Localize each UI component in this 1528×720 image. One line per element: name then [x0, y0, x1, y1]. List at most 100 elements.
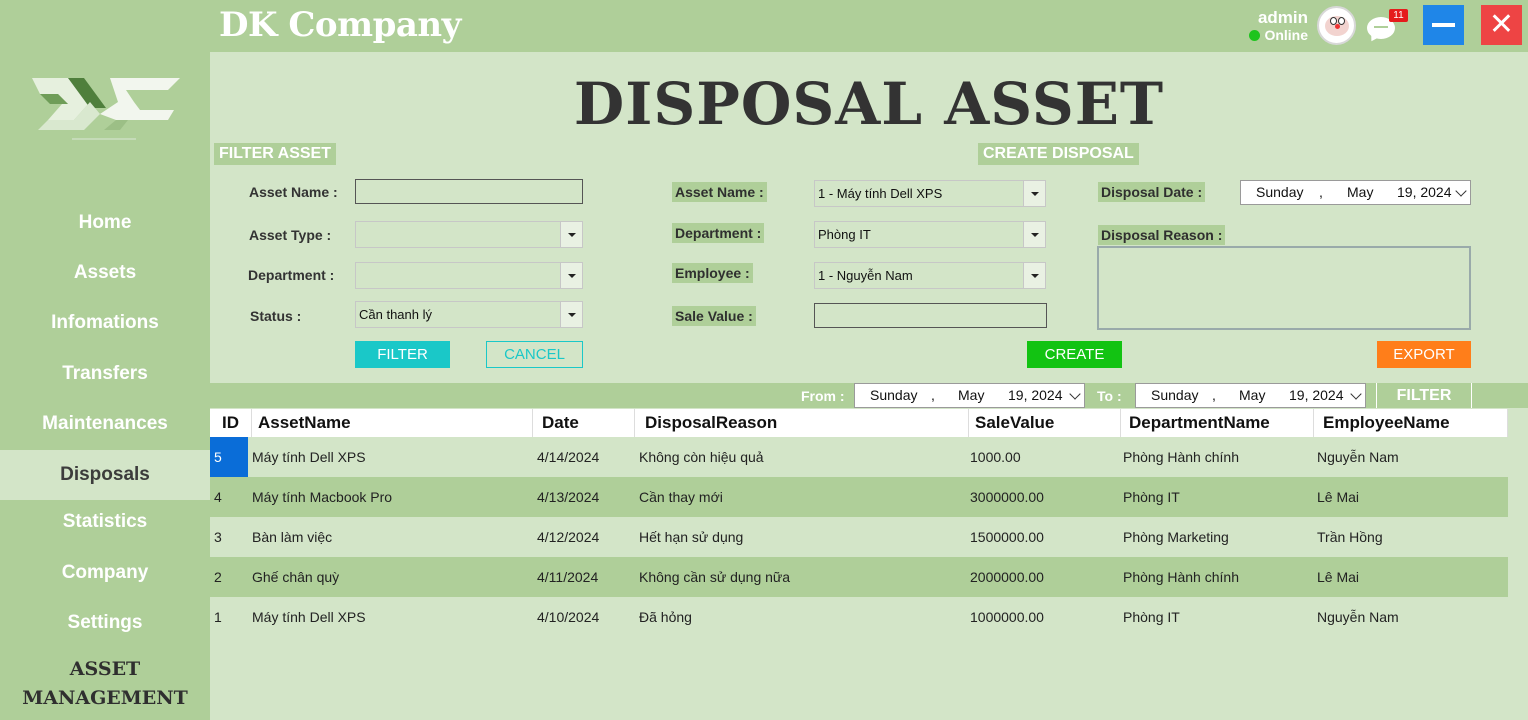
table-row[interactable]: 2 Ghế chân quỳ 4/11/2024 Không cần sử dụ…	[210, 557, 1508, 597]
date-filter-button[interactable]: FILTER	[1376, 383, 1472, 408]
table-row[interactable]: 1 Máy tính Dell XPS 4/10/2024 Đã hỏng 10…	[210, 597, 1508, 637]
table-row[interactable]: 5 Máy tính Dell XPS 4/14/2024 Không còn …	[210, 437, 1508, 477]
sidebar-item-maintenances[interactable]: Maintenances	[0, 399, 210, 449]
column-header-id[interactable]: ID	[216, 409, 252, 437]
date-sep: ,	[1212, 387, 1216, 403]
cell-reason[interactable]: Hết hạn sử dụng	[635, 517, 743, 557]
cell-id[interactable]: 3	[210, 517, 248, 557]
create-department-label: Department :	[672, 223, 765, 243]
column-header-disposal-reason[interactable]: DisposalReason	[639, 409, 969, 437]
cell-reason[interactable]: Không cần sử dụng nữa	[635, 557, 790, 597]
disposal-reason-textarea[interactable]	[1097, 246, 1471, 330]
cell-date[interactable]: 4/14/2024	[533, 437, 599, 477]
close-button[interactable]: ✕	[1481, 5, 1522, 45]
cell-department[interactable]: Phòng Hành chính	[1119, 437, 1239, 477]
filter-asset-type-select[interactable]	[355, 221, 583, 248]
app-footer-title: ASSET MANAGEMENT	[0, 655, 210, 713]
cell-employee[interactable]: Lê Mai	[1313, 557, 1359, 597]
create-button[interactable]: CREATE	[1027, 341, 1122, 368]
chevron-down-icon[interactable]	[1023, 263, 1045, 288]
cell-reason[interactable]: Không còn hiệu quả	[635, 437, 764, 477]
sidebar-item-transfers[interactable]: Transfers	[0, 349, 210, 399]
date-day: Sunday	[1256, 184, 1304, 200]
cell-date[interactable]: 4/10/2024	[533, 597, 599, 637]
cell-asset-name[interactable]: Ghế chân quỳ	[248, 557, 339, 597]
cell-sale-value[interactable]: 1000000.00	[966, 597, 1044, 637]
cell-asset-name[interactable]: Máy tính Macbook Pro	[248, 477, 392, 517]
create-section-title: CREATE DISPOSAL	[978, 143, 1139, 165]
column-header-asset-name[interactable]: AssetName	[252, 409, 533, 437]
cell-sale-value[interactable]: 1500000.00	[966, 517, 1044, 557]
create-asset-name-label: Asset Name :	[672, 182, 767, 202]
sidebar-item-disposals[interactable]: Disposals	[0, 450, 210, 500]
column-header-sale-value[interactable]: SaleValue	[969, 409, 1121, 437]
cell-date[interactable]: 4/12/2024	[533, 517, 599, 557]
filter-asset-name-input[interactable]	[355, 179, 583, 204]
sidebar-item-statistics[interactable]: Statistics	[0, 497, 210, 547]
disposal-date-picker[interactable]: Sunday , May 19, 2024	[1240, 180, 1471, 205]
table-row[interactable]: 4 Máy tính Macbook Pro 4/13/2024 Cần tha…	[210, 477, 1508, 517]
cell-reason[interactable]: Cần thay mới	[635, 477, 723, 517]
cell-asset-name[interactable]: Máy tính Dell XPS	[248, 437, 366, 477]
cell-asset-name[interactable]: Bàn làm việc	[248, 517, 332, 557]
cell-date[interactable]: 4/13/2024	[533, 477, 599, 517]
date-value: 19, 2024	[1008, 387, 1063, 403]
footer-title-line1: ASSET	[69, 658, 141, 680]
filter-department-select[interactable]	[355, 262, 583, 289]
column-header-department[interactable]: DepartmentName	[1123, 409, 1314, 437]
sidebar-item-home[interactable]: Home	[0, 198, 210, 248]
sidebar-item-assets[interactable]: Assets	[0, 248, 210, 298]
chevron-down-icon[interactable]	[1350, 388, 1362, 400]
chevron-down-icon[interactable]	[1023, 222, 1045, 247]
chevron-down-icon[interactable]	[560, 263, 582, 288]
cell-id[interactable]: 4	[210, 477, 248, 517]
filter-status-select[interactable]: Cần thanh lý	[355, 301, 583, 328]
to-date-picker[interactable]: Sunday , May 19, 2024	[1135, 383, 1366, 408]
date-month: May	[958, 387, 985, 403]
cell-department[interactable]: Phòng IT	[1119, 597, 1180, 637]
cell-id[interactable]: 1	[210, 597, 248, 637]
create-asset-name-value: 1 - Máy tính Dell XPS	[818, 186, 943, 201]
cell-employee[interactable]: Lê Mai	[1313, 477, 1359, 517]
create-employee-select[interactable]: 1 - Nguyễn Nam	[814, 262, 1046, 289]
table-row[interactable]: 3 Bàn làm việc 4/12/2024 Hết hạn sử dụng…	[210, 517, 1508, 557]
cell-asset-name[interactable]: Máy tính Dell XPS	[248, 597, 366, 637]
sidebar-item-company[interactable]: Company	[0, 548, 210, 598]
sale-value-input[interactable]	[814, 303, 1047, 328]
cell-sale-value[interactable]: 1000.00	[966, 437, 1021, 477]
cell-date[interactable]: 4/11/2024	[533, 557, 598, 597]
cell-employee[interactable]: Trần Hồng	[1313, 517, 1383, 557]
create-asset-name-select[interactable]: 1 - Máy tính Dell XPS	[814, 180, 1046, 207]
cell-department[interactable]: Phòng Marketing	[1119, 517, 1229, 557]
cell-department[interactable]: Phòng IT	[1119, 477, 1180, 517]
cell-id[interactable]: 2	[210, 557, 248, 597]
chevron-down-icon[interactable]	[560, 222, 582, 247]
chevron-down-icon[interactable]	[1455, 185, 1467, 197]
chevron-down-icon[interactable]	[1069, 388, 1081, 400]
cell-reason[interactable]: Đã hỏng	[635, 597, 692, 637]
chevron-down-icon[interactable]	[560, 302, 582, 327]
cell-id[interactable]: 5	[210, 437, 248, 477]
column-header-date[interactable]: Date	[536, 409, 635, 437]
cell-employee[interactable]: Nguyễn Nam	[1313, 437, 1399, 477]
cell-department[interactable]: Phòng Hành chính	[1119, 557, 1239, 597]
filter-department-label: Department :	[248, 267, 335, 283]
export-button[interactable]: EXPORT	[1377, 341, 1471, 368]
avatar[interactable]	[1317, 6, 1356, 45]
filter-button[interactable]: FILTER	[355, 341, 450, 368]
minimize-button[interactable]	[1423, 5, 1464, 45]
column-header-employee[interactable]: EmployeeName	[1317, 409, 1508, 437]
date-value: 19, 2024	[1289, 387, 1344, 403]
from-date-picker[interactable]: Sunday , May 19, 2024	[854, 383, 1085, 408]
cell-employee[interactable]: Nguyễn Nam	[1313, 597, 1399, 637]
sidebar-item-settings[interactable]: Settings	[0, 598, 210, 648]
sidebar-item-infomations[interactable]: Infomations	[0, 298, 210, 348]
cell-sale-value[interactable]: 3000000.00	[966, 477, 1044, 517]
chevron-down-icon[interactable]	[1023, 181, 1045, 206]
create-department-select[interactable]: Phòng IT	[814, 221, 1046, 248]
date-month: May	[1347, 184, 1374, 200]
cell-sale-value[interactable]: 2000000.00	[966, 557, 1044, 597]
title-bar: DK Company admin Online 11 ✕	[0, 0, 1528, 52]
footer-title-line2: MANAGEMENT	[22, 687, 188, 709]
cancel-button[interactable]: CANCEL	[486, 341, 583, 368]
